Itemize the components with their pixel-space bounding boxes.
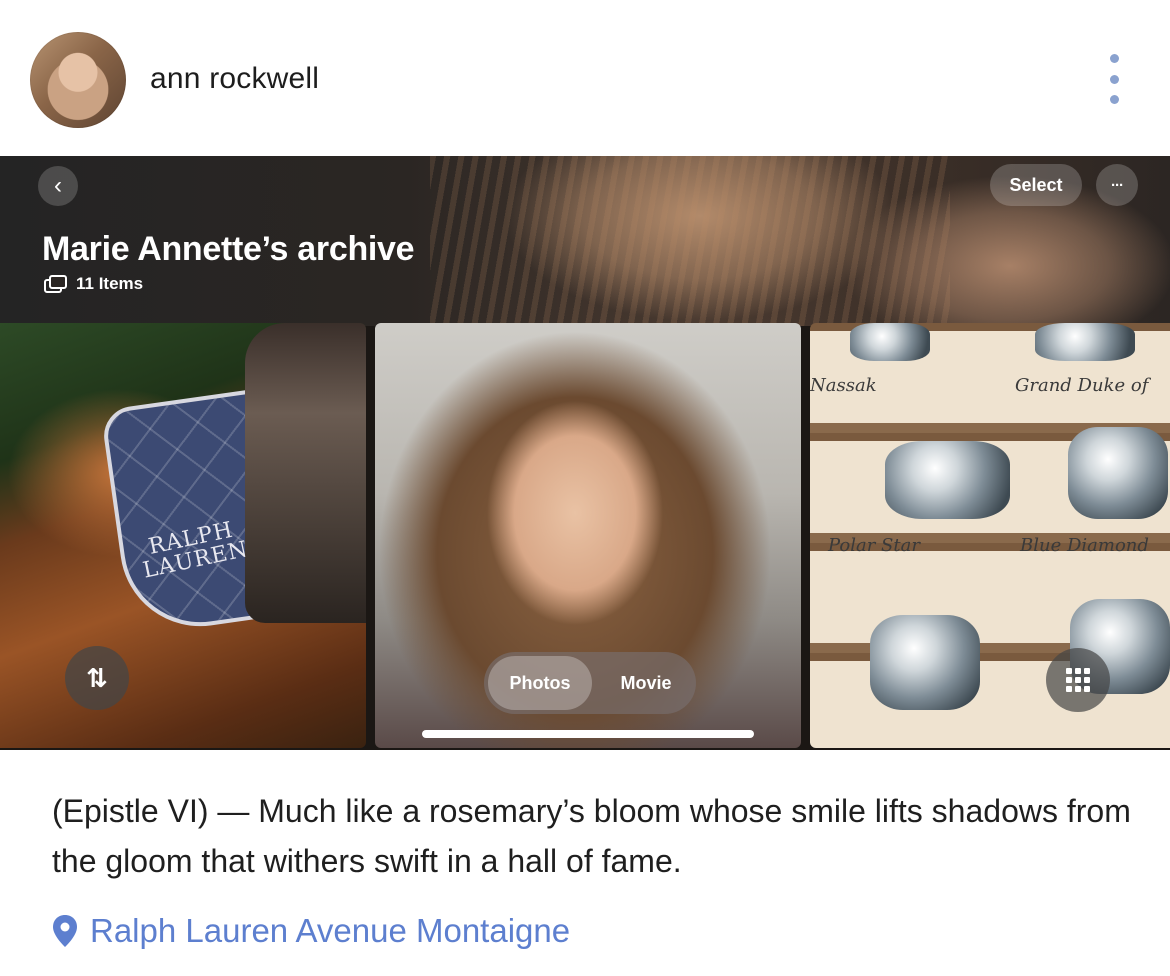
diamond (850, 323, 930, 361)
post-caption: (Epistle VI) — Much like a rosemary’s bl… (52, 793, 1131, 879)
saddle (245, 323, 366, 623)
gem-label: Grand Duke of (1015, 375, 1149, 396)
more-horizontal-icon[interactable]: ··· (1096, 164, 1138, 206)
back-button[interactable]: ‹ (38, 166, 78, 206)
avatar[interactable] (30, 32, 126, 128)
movie-tab[interactable]: Movie (600, 656, 692, 710)
album-count: 11 Items (44, 274, 143, 294)
grid-icon (1066, 668, 1090, 692)
diamond (885, 441, 1010, 519)
post-header: ann rockwell (0, 0, 1170, 156)
gem-label: Blue Diamond (1020, 535, 1149, 556)
album-title: Marie Annette’s archive (42, 230, 415, 268)
diamond (1068, 427, 1168, 519)
photo-stack-icon (44, 275, 67, 293)
grid-view-button[interactable] (1046, 648, 1110, 712)
location-label[interactable]: Ralph Lauren Avenue Montaigne (90, 912, 570, 950)
username[interactable]: ann rockwell (150, 62, 319, 96)
diamond (870, 615, 980, 710)
chevron-left-icon: ‹ (54, 172, 62, 199)
gem-label: Nassak (810, 375, 877, 396)
sort-button[interactable]: ⇅ (65, 646, 129, 710)
sort-icon: ⇅ (86, 662, 108, 693)
more-vertical-icon[interactable] (1100, 54, 1128, 104)
thumbnail-diamonds[interactable]: Nassak Grand Duke of Polar Star Blue Dia… (810, 323, 1170, 748)
thumbnail-horse[interactable]: RALPH LAUREN (0, 323, 366, 748)
post-location[interactable]: Ralph Lauren Avenue Montaigne (52, 912, 570, 950)
photos-tab[interactable]: Photos (488, 656, 592, 710)
diamond (1035, 323, 1135, 361)
location-pin-icon (53, 915, 77, 947)
post-media[interactable]: ‹ Select ··· Marie Annette’s archive 11 … (0, 156, 1170, 750)
select-button[interactable]: Select (990, 164, 1082, 206)
album-count-label: 11 Items (76, 274, 144, 293)
gem-label: Polar Star (828, 535, 920, 556)
view-toggle[interactable]: Photos Movie (484, 652, 696, 714)
home-indicator (422, 730, 754, 738)
banner-texture (430, 156, 950, 326)
